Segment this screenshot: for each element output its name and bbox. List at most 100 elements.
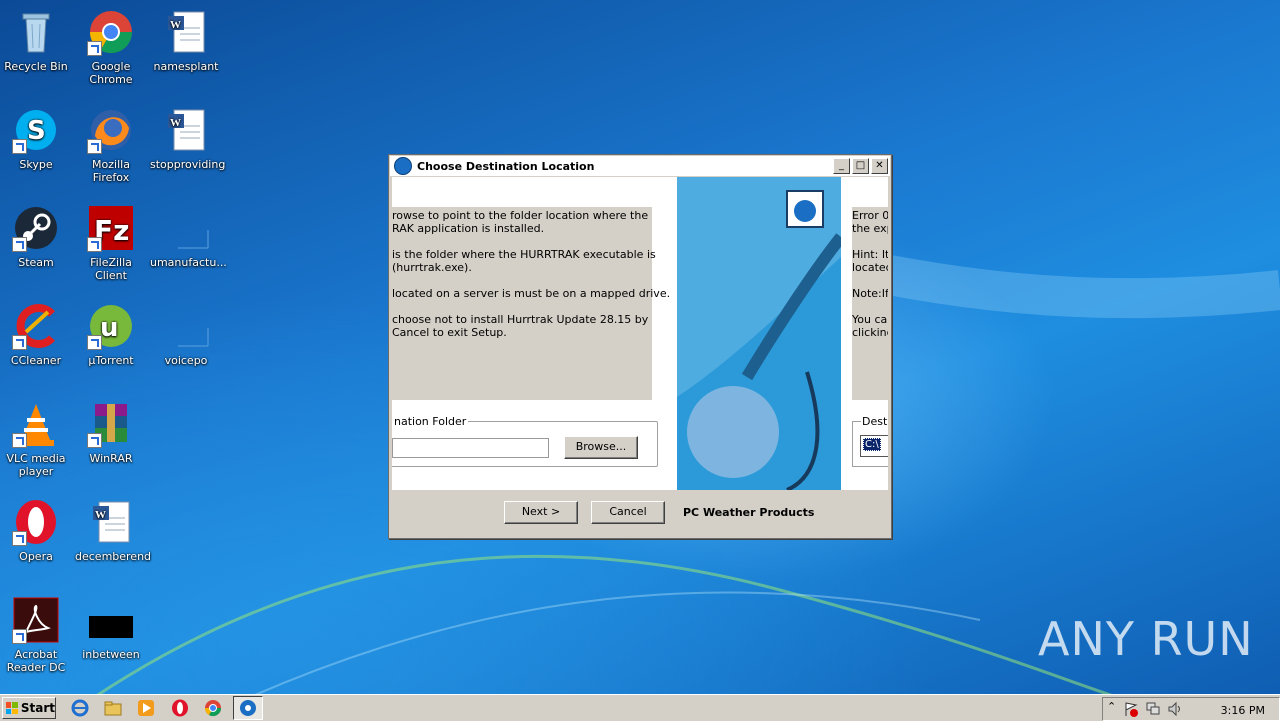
chrome-taskbar-icon[interactable] bbox=[204, 699, 222, 717]
desktop-icon-firefox[interactable]: Mozilla Firefox bbox=[75, 106, 147, 184]
desktop-icon-ccleaner[interactable]: CCleaner bbox=[0, 302, 72, 367]
destination-label-right: Destin bbox=[861, 415, 888, 428]
taskbar-clock[interactable]: 3:16 PM bbox=[1221, 704, 1265, 717]
desktop-icon-label: namesplant bbox=[153, 60, 219, 73]
media-player-icon[interactable] bbox=[137, 699, 155, 717]
svg-text:W: W bbox=[95, 509, 106, 521]
setup-dialog-window: Choose Destination Location _ □ ✕ rowse … bbox=[388, 154, 892, 539]
desktop-icon-inbetween[interactable]: inbetween bbox=[75, 596, 147, 661]
next-button[interactable]: Next > bbox=[504, 501, 578, 524]
opera-taskbar-icon[interactable] bbox=[171, 699, 189, 717]
word-document-icon: W bbox=[162, 8, 210, 56]
instruction-line: Cancel to exit Setup. bbox=[392, 326, 507, 339]
desktop-icon-voicepo[interactable]: voicepo bbox=[150, 302, 222, 367]
desktop-icon-winrar[interactable]: WinRAR bbox=[75, 400, 147, 465]
desktop-icon-label: Mozilla Firefox bbox=[92, 158, 130, 184]
blank-file-icon bbox=[162, 302, 210, 350]
error-text: Hint: It bbox=[852, 248, 888, 261]
setup-taskbar-button[interactable] bbox=[233, 696, 263, 720]
acrobat-icon bbox=[12, 596, 60, 644]
network-icon[interactable] bbox=[1145, 701, 1161, 717]
desktop-icon-opera[interactable]: Opera bbox=[0, 498, 72, 563]
skype-icon: S bbox=[12, 106, 60, 154]
file-explorer-icon[interactable] bbox=[104, 699, 122, 717]
svg-text:S: S bbox=[27, 116, 46, 146]
minimize-button[interactable]: _ bbox=[833, 158, 850, 174]
error-text: located bbox=[852, 261, 888, 274]
anyrun-watermark: ANY RUN bbox=[1038, 612, 1254, 666]
close-button[interactable]: ✕ bbox=[871, 158, 888, 174]
ccleaner-icon bbox=[12, 302, 60, 350]
word-document-icon: W bbox=[87, 498, 135, 546]
desktop-icon-label: Recycle Bin bbox=[4, 60, 68, 73]
start-button[interactable]: Start bbox=[2, 697, 56, 719]
winrar-icon bbox=[87, 400, 135, 448]
desktop-icon-google-chrome[interactable]: Google Chrome bbox=[75, 8, 147, 86]
svg-text:W: W bbox=[170, 19, 181, 31]
desktop-icon-label: stopproviding bbox=[150, 158, 226, 171]
taskbar: Start ⌃ 3:16 PM bbox=[0, 694, 1280, 721]
recycle-bin-icon bbox=[12, 8, 60, 56]
cancel-button[interactable]: Cancel bbox=[591, 501, 665, 524]
setup-banner-graphic bbox=[677, 177, 841, 490]
error-panel bbox=[852, 207, 888, 400]
destination-path-field[interactable] bbox=[392, 438, 549, 458]
filezilla-icon: Fz bbox=[87, 204, 135, 252]
action-center-flag-icon[interactable] bbox=[1123, 701, 1139, 717]
setup-app-icon bbox=[394, 157, 412, 175]
selected-path-text: C:\ bbox=[863, 438, 881, 451]
instruction-line: (hurrtrak.exe). bbox=[392, 261, 472, 274]
show-hidden-icons-icon[interactable]: ⌃ bbox=[1107, 700, 1116, 713]
volume-icon[interactable] bbox=[1167, 701, 1183, 717]
error-text: the exp bbox=[852, 222, 888, 235]
instruction-line: located on a server is must be on a mapp… bbox=[392, 287, 671, 300]
error-text: clicking bbox=[852, 326, 888, 339]
desktop-icon-label: CCleaner bbox=[10, 354, 62, 367]
browse-button[interactable]: Browse... bbox=[564, 436, 638, 459]
desktop-icon-umanufactu[interactable]: umanufactu... bbox=[150, 204, 227, 269]
svg-text:W: W bbox=[170, 117, 181, 129]
svg-text:u: u bbox=[100, 313, 119, 343]
desktop-icon-acrobat[interactable]: Acrobat Reader DC bbox=[0, 596, 72, 674]
desktop-icon-vlc[interactable]: VLC media player bbox=[0, 400, 72, 478]
desktop-icon-label: µTorrent bbox=[88, 354, 134, 367]
vlc-icon bbox=[12, 400, 60, 448]
maximize-button[interactable]: □ bbox=[852, 158, 869, 174]
error-text: Note:If bbox=[852, 287, 888, 300]
destination-folder-label: nation Folder bbox=[392, 415, 469, 428]
setup-app-icon bbox=[240, 700, 256, 716]
desktop-icon-label: Acrobat Reader DC bbox=[6, 648, 66, 674]
instructions-panel bbox=[392, 207, 652, 400]
desktop-icon-label: FileZilla Client bbox=[90, 256, 132, 282]
black-file-icon bbox=[87, 596, 135, 644]
desktop-icon-skype[interactable]: S Skype bbox=[0, 106, 72, 171]
desktop-icon-label: VLC media player bbox=[6, 452, 66, 478]
desktop-icon-steam[interactable]: Steam bbox=[0, 204, 72, 269]
destination-input-right[interactable]: C:\ bbox=[860, 435, 888, 457]
instruction-line: choose not to install Hurrtrak Update 28… bbox=[392, 313, 649, 326]
desktop-icon-label: voicepo bbox=[164, 354, 208, 367]
desktop-icon-namesplant[interactable]: W namesplant bbox=[150, 8, 222, 73]
internet-explorer-icon[interactable] bbox=[71, 699, 89, 717]
error-text: You car bbox=[852, 313, 888, 326]
desktop-icon-label: Skype bbox=[19, 158, 53, 171]
desktop-icon-stopproviding[interactable]: W stopproviding bbox=[150, 106, 226, 171]
desktop-icon-label: decemberend bbox=[75, 550, 152, 563]
windows-logo-icon bbox=[6, 702, 18, 714]
instruction-line: is the folder where the HURRTRAK executa… bbox=[392, 248, 656, 261]
instruction-line: RAK application is installed. bbox=[392, 222, 545, 235]
desktop-icon-utorrent[interactable]: u µTorrent bbox=[75, 302, 147, 367]
dialog-content: rowse to point to the folder location wh… bbox=[392, 177, 888, 490]
opera-icon bbox=[12, 498, 60, 546]
firefox-icon bbox=[87, 106, 135, 154]
desktop-icon-recycle-bin[interactable]: Recycle Bin bbox=[0, 8, 72, 73]
title-bar[interactable]: Choose Destination Location _ □ ✕ bbox=[390, 156, 890, 176]
chrome-icon bbox=[87, 8, 135, 56]
desktop-icon-filezilla[interactable]: Fz FileZilla Client bbox=[75, 204, 147, 282]
desktop-icon-decemberend[interactable]: W decemberend bbox=[75, 498, 152, 563]
watermark-text: ANY RUN bbox=[1038, 612, 1254, 666]
desktop-icon-label: umanufactu... bbox=[150, 256, 227, 269]
system-tray: ⌃ 3:16 PM bbox=[1102, 697, 1280, 721]
desktop-icon-label: WinRAR bbox=[89, 452, 133, 465]
company-name: PC Weather Products bbox=[683, 506, 815, 519]
